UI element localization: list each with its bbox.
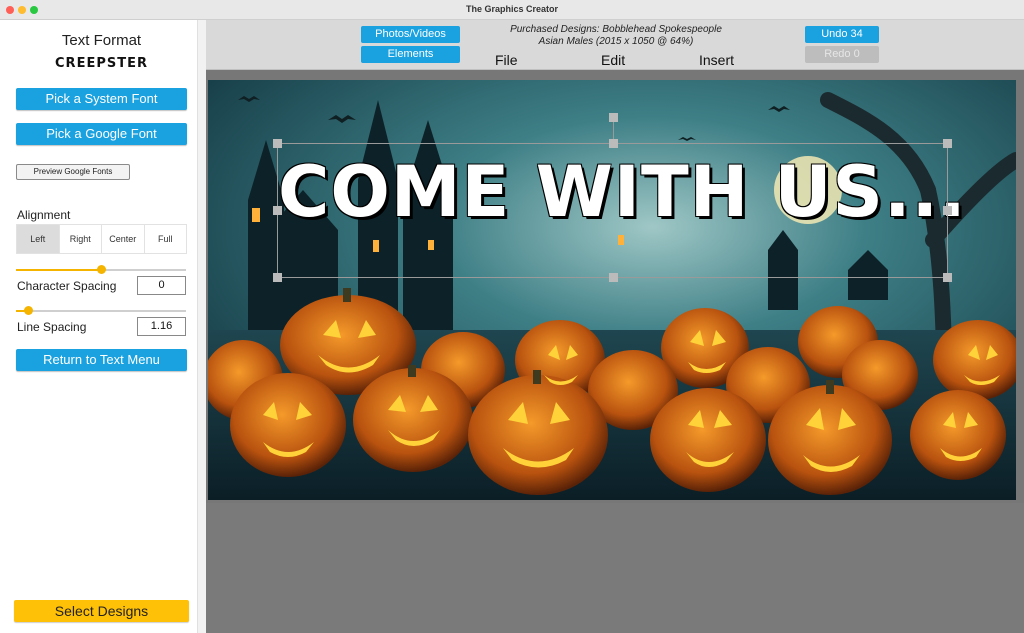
insert-menu[interactable]: Insert — [699, 52, 734, 68]
pick-system-font-button[interactable]: Pick a System Font — [16, 88, 187, 110]
text-format-panel: Text Format CREEPSTER Pick a System Font… — [0, 20, 198, 633]
character-spacing-slider[interactable] — [16, 265, 186, 275]
resize-handle[interactable] — [609, 273, 618, 282]
rotate-handle[interactable] — [609, 113, 618, 122]
resize-handle[interactable] — [943, 206, 952, 215]
alignment-segmented-control: Left Right Center Full — [16, 224, 187, 254]
design-info-line2: Asian Males (2015 x 1050 @ 64%) — [538, 36, 694, 47]
sidebar-divider — [198, 20, 206, 633]
character-spacing-thumb[interactable] — [97, 265, 106, 274]
resize-handle[interactable] — [943, 139, 952, 148]
line-spacing-thumb[interactable] — [23, 306, 33, 315]
panel-title: Text Format — [61, 32, 142, 49]
character-spacing-label: Character Spacing — [17, 279, 117, 293]
align-full-button[interactable]: Full — [144, 225, 186, 253]
resize-handle[interactable] — [273, 139, 282, 148]
file-menu[interactable]: File — [495, 52, 518, 68]
line-spacing-field[interactable]: 1.16 — [137, 317, 186, 336]
resize-handle[interactable] — [609, 139, 618, 148]
character-spacing-field[interactable]: 0 — [137, 276, 186, 295]
return-to-text-menu-button[interactable]: Return to Text Menu — [16, 349, 187, 371]
window-titlebar: The Graphics Creator — [0, 0, 1024, 20]
resize-handle[interactable] — [273, 206, 282, 215]
line-spacing-label: Line Spacing — [17, 320, 87, 334]
align-center-button[interactable]: Center — [102, 225, 145, 253]
edit-menu[interactable]: Edit — [601, 52, 625, 68]
top-toolbar: Photos/Videos Elements Purchased Designs… — [206, 20, 1024, 70]
select-designs-button[interactable]: Select Designs — [14, 600, 189, 622]
preview-google-fonts-button[interactable]: Preview Google Fonts — [16, 164, 130, 180]
resize-handle[interactable] — [943, 273, 952, 282]
alignment-label: Alignment — [17, 208, 71, 222]
elements-button[interactable]: Elements — [361, 46, 460, 63]
window-title: The Graphics Creator — [465, 4, 559, 14]
redo-button[interactable]: Redo 0 — [805, 46, 879, 63]
pick-google-font-button[interactable]: Pick a Google Font — [16, 123, 187, 145]
photos-videos-button[interactable]: Photos/Videos — [361, 26, 460, 43]
design-canvas[interactable]: COME WITH US... — [208, 80, 1016, 500]
design-info-line1: Purchased Designs: Bobblehead Spokespeop… — [510, 24, 722, 35]
current-font-name: CREEPSTER — [55, 55, 148, 72]
line-spacing-slider[interactable] — [16, 306, 186, 316]
undo-button[interactable]: Undo 34 — [805, 26, 879, 43]
resize-handle[interactable] — [273, 273, 282, 282]
align-left-button[interactable]: Left — [17, 225, 60, 253]
design-info: Purchased Designs: Bobblehead Spokespeop… — [471, 24, 761, 48]
canvas-background-area — [206, 503, 1024, 633]
align-right-button[interactable]: Right — [59, 225, 102, 253]
character-spacing-fill — [16, 269, 101, 271]
text-selection-box[interactable] — [273, 113, 952, 282]
main-area: Photos/Videos Elements Purchased Designs… — [206, 20, 1024, 633]
rotate-handle-line — [613, 122, 614, 139]
